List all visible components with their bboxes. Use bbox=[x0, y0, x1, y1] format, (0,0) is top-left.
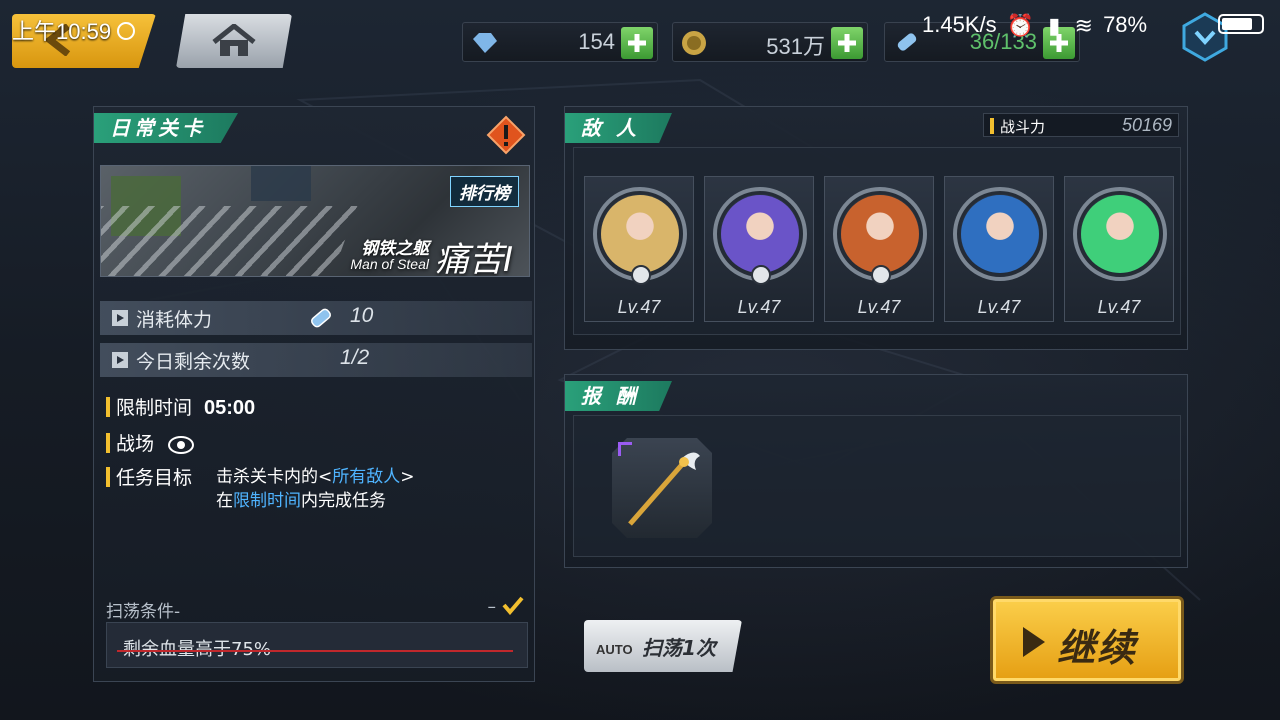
resource-diamond: 154 bbox=[462, 22, 658, 62]
element-badge-icon bbox=[871, 265, 891, 285]
scene-road bbox=[101, 206, 358, 276]
reward-panel: 报 酬 bbox=[564, 374, 1188, 568]
add-gold-button[interactable] bbox=[831, 27, 863, 59]
add-diamond-button[interactable] bbox=[621, 27, 653, 59]
enemy-panel: 敌 人 战斗力 50169 Lv.47 Lv.47 Lv.47 Lv.47 Lv… bbox=[564, 106, 1188, 350]
check-icon bbox=[502, 596, 524, 615]
bullet-icon bbox=[112, 310, 128, 326]
signal-icon: ▮ bbox=[1048, 13, 1061, 39]
enemy-portrait bbox=[953, 187, 1047, 281]
element-badge-icon bbox=[751, 265, 771, 285]
enemy-portrait bbox=[1073, 187, 1167, 281]
timer-icon bbox=[117, 22, 136, 41]
sweep-once-button[interactable]: AUTO 扫荡1次 bbox=[584, 620, 742, 672]
stamina-bottle-icon bbox=[897, 33, 917, 51]
enemy-card[interactable]: Lv.47 bbox=[584, 176, 694, 322]
enemy-card[interactable]: Lv.47 bbox=[824, 176, 934, 322]
element-badge-icon bbox=[631, 265, 651, 285]
play-icon bbox=[1023, 627, 1045, 657]
resource-gold: 531万 bbox=[672, 22, 868, 62]
battery-icon bbox=[1218, 14, 1264, 34]
stage-banner: 排行榜 钢铁之躯 Man of Steal 痛苦Ⅰ bbox=[100, 165, 530, 277]
sweep-condition-box: 剩余血量高于75% bbox=[106, 622, 528, 668]
enemy-face bbox=[961, 195, 1039, 273]
home-button[interactable] bbox=[176, 14, 292, 68]
reward-list bbox=[573, 415, 1181, 557]
remaining-attempts-row: 今日剩余次数 1/2 bbox=[100, 343, 532, 377]
enemy-card[interactable]: Lv.47 bbox=[704, 176, 814, 322]
objective-label-row: 任务目标 bbox=[106, 463, 192, 490]
enemy-card[interactable]: Lv.47 bbox=[1064, 176, 1174, 322]
scene-building bbox=[251, 166, 311, 201]
alarm-icon: ⏰ bbox=[1006, 13, 1035, 39]
stamina-bottle-icon bbox=[311, 308, 331, 328]
enemy-card[interactable]: Lv.47 bbox=[944, 176, 1054, 322]
enemy-face bbox=[601, 195, 679, 273]
enemy-face bbox=[1081, 195, 1159, 273]
time-limit-row: 限制时间 05:00 bbox=[106, 393, 255, 420]
enemy-face bbox=[721, 195, 799, 273]
daily-stage-tag: 日常关卡 bbox=[94, 113, 238, 143]
objective-text: 击杀关卡内的<所有敌人> 在限制时间内完成任务 bbox=[216, 467, 415, 511]
continue-button[interactable]: 继续 bbox=[990, 596, 1184, 684]
stage-difficulty-title: 痛苦Ⅰ bbox=[434, 240, 513, 277]
warning-icon[interactable] bbox=[486, 115, 526, 155]
enemy-list: Lv.47 Lv.47 Lv.47 Lv.47 Lv.47 bbox=[573, 147, 1181, 335]
battlefield-row: 战场 bbox=[106, 429, 195, 456]
bullet-icon bbox=[112, 352, 128, 368]
strikethrough-line bbox=[117, 650, 513, 652]
stamina-cost-row: 消耗体力 10 bbox=[100, 301, 532, 335]
leaderboard-button[interactable]: 排行榜 bbox=[450, 176, 519, 207]
diamond-icon bbox=[473, 33, 497, 53]
wifi-icon: ≋ bbox=[1074, 13, 1093, 39]
sweep-condition-title: 扫荡条件- bbox=[106, 602, 181, 622]
stage-info-panel: 日常关卡 排行榜 钢铁之躯 Man of Steal 痛苦Ⅰ 消耗体力 10 今… bbox=[93, 106, 535, 682]
reward-tag: 报 酬 bbox=[565, 381, 672, 411]
sweep-condition-dash: – bbox=[487, 597, 497, 617]
home-icon bbox=[212, 24, 256, 56]
system-status: 1.45K/s ⏰ ▮ ≋ 78% bbox=[922, 12, 1148, 39]
gold-coin-icon bbox=[682, 31, 706, 55]
enemy-face bbox=[841, 195, 919, 273]
enemy-tag: 敌 人 bbox=[565, 113, 672, 143]
auto-icon: AUTO bbox=[596, 642, 633, 657]
rarity-corner bbox=[618, 442, 632, 456]
view-battlefield-icon[interactable] bbox=[168, 435, 195, 454]
combat-power: 战斗力 50169 bbox=[983, 113, 1179, 137]
stage-name-en: Man of Steal bbox=[350, 256, 429, 272]
status-time: 上午10:59 bbox=[12, 14, 136, 46]
